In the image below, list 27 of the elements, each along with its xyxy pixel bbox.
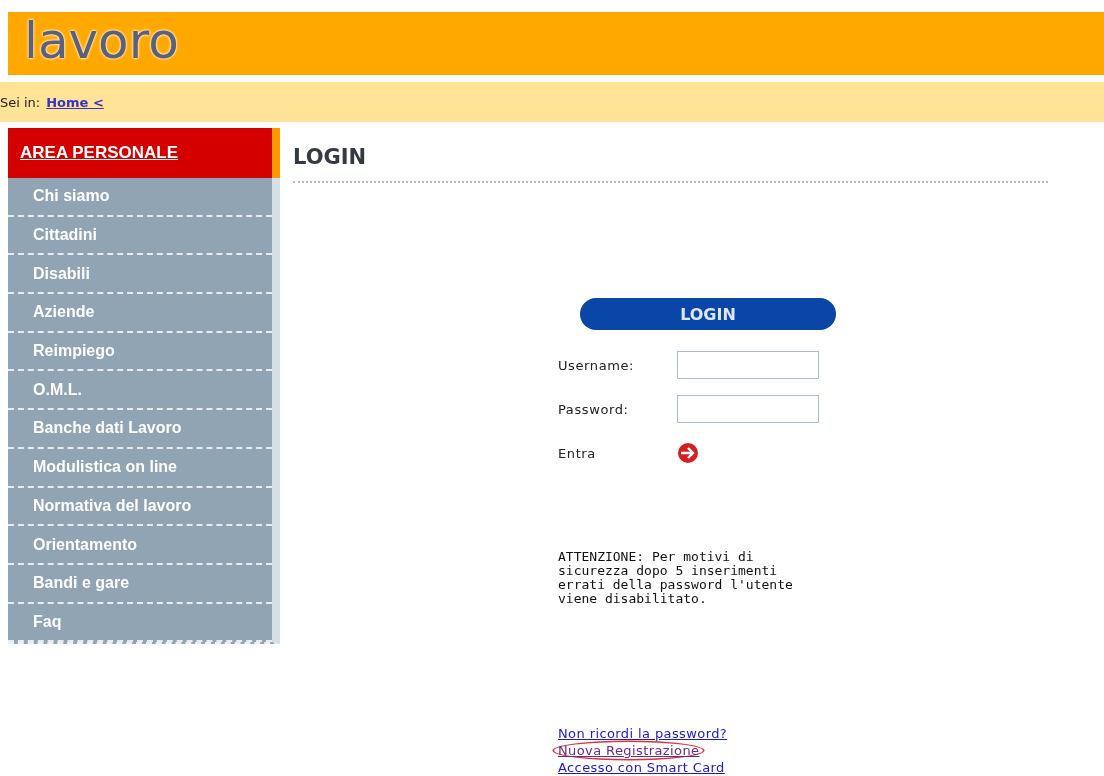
area-personale-link[interactable]: AREA PERSONALE bbox=[20, 143, 179, 163]
sidebar-item[interactable]: Normativa del lavoro bbox=[8, 487, 272, 527]
text-link[interactable]: Accesso con Smart Card bbox=[558, 759, 725, 776]
sidebar-item[interactable]: Modulistica on line bbox=[8, 448, 272, 488]
sidebar-item[interactable]: Chi siamo bbox=[8, 178, 272, 217]
home-link[interactable]: Home < bbox=[46, 94, 104, 110]
input-field[interactable] bbox=[677, 395, 819, 423]
sidebar-item[interactable]: Bandi e gare bbox=[8, 564, 272, 604]
text-link[interactable]: Non ricordi la password? bbox=[558, 725, 728, 742]
sidebar-item[interactable]: Cittadini bbox=[8, 216, 272, 256]
sidebar-item[interactable]: Orientamento bbox=[8, 526, 272, 565]
sidebar-item[interactable]: O.M.L. bbox=[8, 371, 272, 411]
sidebar-item[interactable]: Reimpiego bbox=[8, 332, 272, 372]
submit-label: Entra bbox=[558, 445, 597, 461]
breadcrumb-label: Sei in: bbox=[0, 94, 41, 110]
warning-text: ATTENZIONE: Per motivi di sicurezza dopo 5 inserimenti errati della password l'utente viene disabilitato. bbox=[558, 550, 794, 607]
login-heading-bar: LOGIN bbox=[580, 298, 836, 330]
sidebar-item[interactable]: Faq bbox=[8, 603, 272, 643]
sidebar-item[interactable]: Disabili bbox=[8, 255, 272, 295]
page-title: LOGIN bbox=[293, 128, 1048, 183]
sidebar-item[interactable]: Aziende bbox=[8, 294, 272, 333]
text-link[interactable]: Nuova Registrazione bbox=[554, 742, 704, 759]
sidebar-item[interactable]: Banche dati Lavoro bbox=[8, 410, 272, 449]
field-label: Username: bbox=[558, 357, 636, 373]
field-label: Password: bbox=[558, 401, 630, 417]
site-logo[interactable]: lavoro bbox=[24, 15, 179, 72]
input-field[interactable] bbox=[677, 351, 819, 379]
